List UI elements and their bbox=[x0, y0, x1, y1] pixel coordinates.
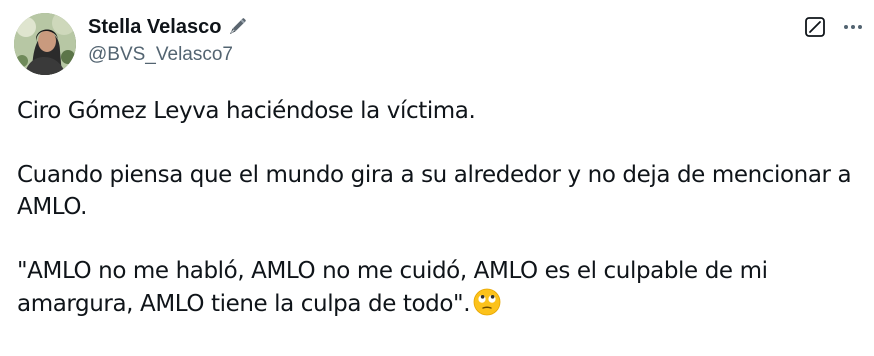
tweet-paragraph-3-text: "AMLO no me habló, AMLO no me cuidó, AML… bbox=[17, 258, 768, 317]
tweet-actions bbox=[804, 14, 866, 40]
tweet-card: Stella Velasco @BVS_Velasco7 Ciro Gómez … bbox=[0, 0, 874, 356]
avatar[interactable] bbox=[14, 13, 76, 75]
user-handle[interactable]: @BVS_Velasco7 bbox=[88, 44, 249, 66]
display-name[interactable]: Stella Velasco bbox=[88, 16, 221, 39]
avatar-image bbox=[14, 13, 76, 75]
tweet-text: Ciro Gómez Leyva haciéndose la víctima. … bbox=[17, 95, 867, 320]
pen-icon bbox=[225, 15, 249, 39]
author-block: Stella Velasco @BVS_Velasco7 bbox=[88, 14, 249, 66]
tweet-paragraph-2: Cuando piensa que el mundo gira a su alr… bbox=[17, 162, 852, 220]
grok-icon[interactable] bbox=[804, 16, 826, 38]
face-with-rolling-eyes-emoji bbox=[472, 287, 502, 317]
tweet-paragraph-1: Ciro Gómez Leyva haciéndose la víctima. bbox=[17, 98, 476, 124]
name-row: Stella Velasco bbox=[88, 14, 249, 40]
more-icon[interactable] bbox=[840, 14, 866, 40]
tweet-paragraph-3: "AMLO no me habló, AMLO no me cuidó, AML… bbox=[17, 255, 867, 320]
